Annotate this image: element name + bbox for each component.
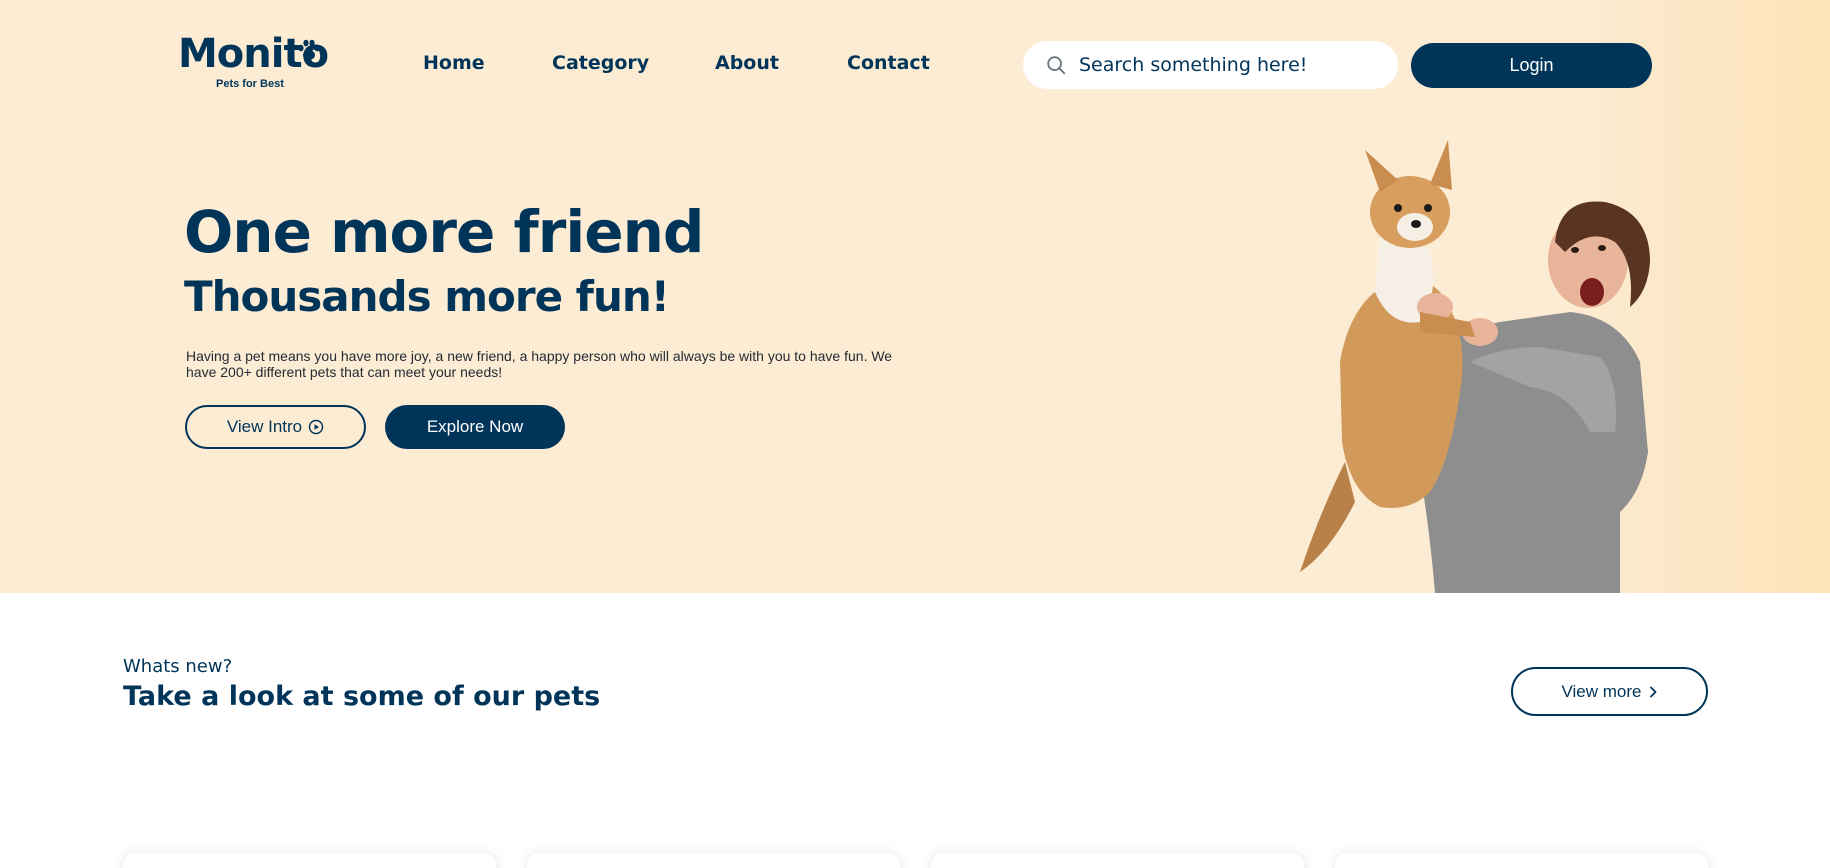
pet-card[interactable] xyxy=(1335,853,1708,868)
chevron-right-icon xyxy=(1649,686,1656,697)
search-input[interactable] xyxy=(1079,54,1379,76)
logo[interactable]: Monito Pets for Best xyxy=(178,32,329,92)
hero-image xyxy=(1300,140,1650,593)
play-circle-icon xyxy=(308,419,324,435)
pet-card[interactable] xyxy=(527,853,900,868)
nav-contact[interactable]: Contact xyxy=(847,52,930,74)
view-more-button[interactable]: View more xyxy=(1511,667,1708,716)
hero-title: One more friend xyxy=(184,198,704,266)
login-button[interactable]: Login xyxy=(1411,43,1652,88)
pet-card[interactable] xyxy=(123,853,496,868)
nav-about[interactable]: About xyxy=(715,52,779,74)
pet-card[interactable] xyxy=(931,853,1304,868)
search-icon xyxy=(1047,56,1066,75)
hero-description: Having a pet means you have more joy, a … xyxy=(186,348,893,380)
section-eyebrow: Whats new? xyxy=(123,656,233,677)
view-intro-button[interactable]: View Intro xyxy=(185,405,366,449)
hero-section: Monito Pets for Best Home Category About… xyxy=(0,0,1830,593)
hero-subtitle: Thousands more fun! xyxy=(184,272,670,321)
view-more-label: View more xyxy=(1561,681,1642,701)
search-bar[interactable] xyxy=(1023,41,1398,89)
view-intro-label: View Intro xyxy=(226,417,303,436)
explore-now-button[interactable]: Explore Now xyxy=(385,405,565,449)
logo-tagline: Pets for Best xyxy=(216,78,284,90)
paw-icon xyxy=(298,39,320,60)
section-title: Take a look at some of our pets xyxy=(123,681,601,712)
nav-category[interactable]: Category xyxy=(552,52,649,74)
nav-home[interactable]: Home xyxy=(423,52,485,74)
